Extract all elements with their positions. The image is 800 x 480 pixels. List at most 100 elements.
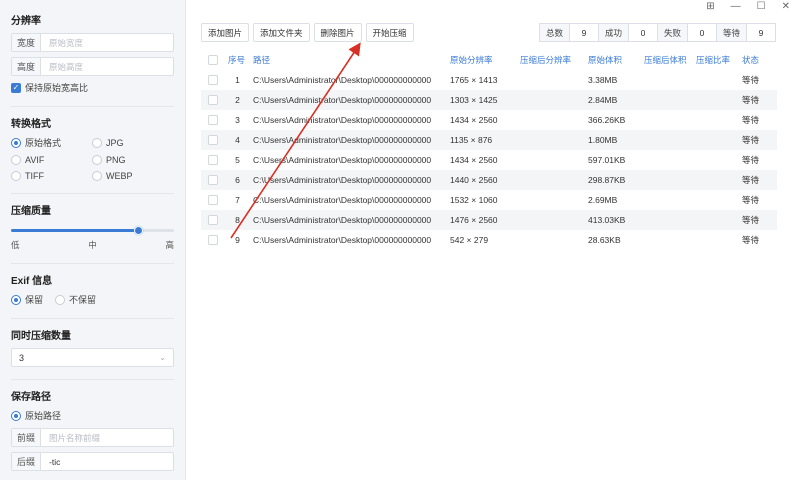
table-body: 1 C:\Users\Administrator\Desktop\00000000… [201,70,777,250]
format-png-radio[interactable]: PNG [92,155,162,165]
row-status: 等待 [742,115,760,125]
keep-ratio-checkbox[interactable]: ✓ 保持原始宽高比 [11,81,174,94]
row-comp-size [641,70,693,90]
stat-fail-value: 0 [688,24,716,41]
quality-slider[interactable] [11,223,174,237]
stat-success-value: 0 [629,24,657,41]
concurrency-select[interactable]: 3 ⌄ [11,348,174,367]
exif-options: 保留 不保留 [11,293,174,306]
row-orig-size: 298.87KB [585,170,641,190]
row-comp-size [641,90,693,110]
row-comp-size [641,170,693,190]
row-comp-res [517,70,585,90]
row-status: 等待 [742,155,760,165]
row-orig-size: 413.03KB [585,210,641,230]
row-checkbox[interactable] [208,75,218,86]
table-row[interactable]: 6 C:\Users\Administrator\Desktop\00000000… [201,170,777,190]
row-checkbox-cell [201,150,225,170]
table-row[interactable]: 2 C:\Users\Administrator\Desktop\00000000… [201,90,777,110]
delete-image-button[interactable]: 删除图片 [313,23,362,42]
row-checkbox[interactable] [208,175,218,186]
divider [11,379,174,380]
table-row[interactable]: 5 C:\Users\Administrator\Desktop\00000000… [201,150,777,170]
row-path: C:\Users\Administrator\Desktop\000000000… [250,210,447,230]
row-index: 6 [225,170,250,190]
radio-icon [11,171,21,181]
resolution-title: 分辨率 [11,16,41,27]
row-checkbox[interactable] [208,155,218,166]
table-row[interactable]: 4 C:\Users\Administrator\Desktop\00000000… [201,130,777,150]
format-option-label: AVIF [25,155,45,165]
format-tiff-radio[interactable]: TIFF [11,171,92,181]
toolbar: 添加图片 添加文件夹 删除图片 开始压缩 [201,23,414,42]
row-comp-size [641,190,693,210]
start-compress-button[interactable]: 开始压缩 [365,23,414,42]
row-orig-res: 1440 × 2560 [447,170,517,190]
slider-thumb[interactable] [134,226,144,235]
row-path: C:\Users\Administrator\Desktop\000000000… [250,90,447,110]
chevron-down-icon: ⌄ [159,353,166,362]
row-orig-size: 2.69MB [588,195,618,205]
header-ratio: 压缩比率 [696,55,731,65]
close-icon[interactable]: ✕ [782,1,790,12]
header-status: 状态 [742,55,760,65]
row-orig-size: 366.26KB [588,115,626,125]
row-index: 1 [235,75,240,85]
select-all-cell [201,50,225,70]
table-row[interactable]: 7 C:\Users\Administrator\Desktop\00000000… [201,190,777,210]
table-row[interactable]: 9 C:\Users\Administrator\Desktop\00000000… [201,230,777,250]
width-input[interactable] [41,34,173,51]
radio-icon [92,155,102,165]
height-label: 高度 [12,58,41,75]
stat-total-value: 9 [570,24,598,41]
row-checkbox[interactable] [208,115,218,126]
row-index: 5 [235,155,240,165]
row-comp-res [517,230,585,250]
row-comp-size [641,230,693,250]
format-original-radio[interactable]: 原始格式 [11,136,92,149]
row-path: C:\Users\Administrator\Desktop\000000000… [253,115,432,125]
add-folder-button[interactable]: 添加文件夹 [253,23,310,42]
row-comp-res [517,110,585,130]
row-status: 等待 [739,130,777,150]
exif-keep-radio[interactable]: 保留 [11,293,43,306]
row-checkbox[interactable] [208,235,218,246]
header-comp-res: 压缩后分辨率 [520,55,572,65]
table-row[interactable]: 1 C:\Users\Administrator\Desktop\00000000… [201,70,777,90]
maximize-icon[interactable]: ☐ [757,1,766,12]
table-row[interactable]: 3 C:\Users\Administrator\Desktop\00000000… [201,110,777,130]
radio-icon [55,294,66,305]
row-status: 等待 [742,195,760,205]
prefix-label: 前缀 [12,429,41,446]
row-checkbox[interactable] [208,135,218,146]
divider [11,106,174,107]
row-checkbox[interactable] [208,215,218,226]
row-orig-size: 2.84MB [585,90,641,110]
height-input[interactable] [41,58,173,75]
quality-mid-label: 中 [88,240,97,250]
minimize-icon[interactable]: — [731,1,741,12]
row-comp-res [517,130,585,150]
row-checkbox[interactable] [208,95,218,106]
suffix-input[interactable] [41,453,173,470]
format-jpg-radio[interactable]: JPG [92,136,162,149]
slider-fill [11,229,139,232]
add-image-button[interactable]: 添加图片 [201,23,250,42]
table-row[interactable]: 8 C:\Users\Administrator\Desktop\00000000… [201,210,777,230]
row-comp-size [641,130,693,150]
row-comp-res [517,170,585,190]
stat-total: 总数 9 [539,23,599,42]
row-status: 等待 [739,210,777,230]
format-avif-radio[interactable]: AVIF [11,155,92,165]
row-ratio [693,130,739,150]
row-ratio [693,210,739,230]
format-webp-radio[interactable]: WEBP [92,171,162,181]
grid-icon[interactable]: ⊞ [706,1,714,12]
exif-discard-radio[interactable]: 不保留 [55,293,96,306]
row-checkbox[interactable] [208,195,218,206]
prefix-input[interactable] [41,429,173,446]
row-orig-size: 28.63KB [588,235,621,245]
original-path-radio[interactable]: 原始路径 [11,409,174,422]
select-all-checkbox[interactable] [208,55,218,66]
row-orig-res: 1476 × 2560 [447,210,517,230]
